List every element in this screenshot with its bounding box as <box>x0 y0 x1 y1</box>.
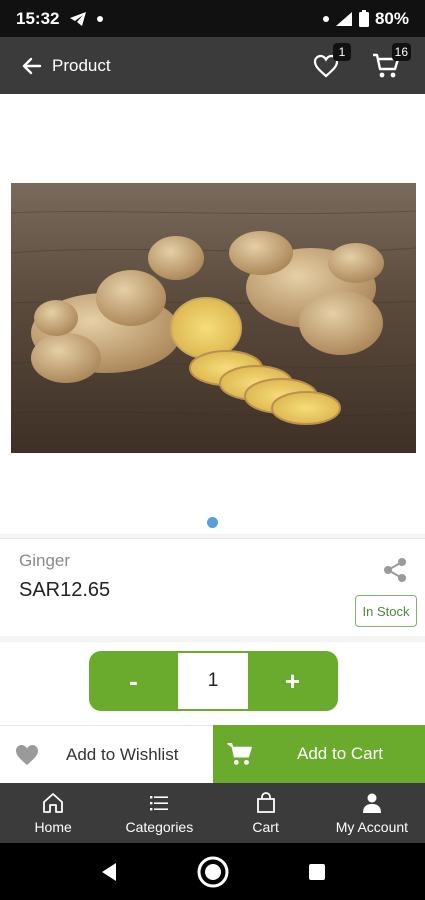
status-time: 15:32 <box>16 8 60 28</box>
circle-home-icon <box>197 856 228 887</box>
increment-button[interactable]: + <box>248 651 337 711</box>
dot-icon <box>322 15 329 22</box>
app-root: 15:32 80% Product 1 16 Ginger SAR12.65 I… <box>0 0 425 900</box>
decrement-button[interactable]: - <box>89 651 178 711</box>
product-name: Ginger <box>19 551 71 570</box>
carousel-dot-indicator[interactable] <box>207 517 218 528</box>
product-price: SAR12.65 <box>19 579 111 601</box>
home-icon <box>43 793 64 813</box>
quantity-stepper: - 1 + <box>89 651 338 711</box>
square-recents-icon <box>308 863 325 880</box>
wishlist-count-badge: 1 <box>333 42 351 61</box>
add-to-cart-label: Add to Cart <box>297 744 383 763</box>
product-image[interactable] <box>11 183 416 453</box>
bag-icon <box>256 792 275 813</box>
page-title: Product <box>52 55 111 75</box>
app-bar-actions: 1 16 <box>309 42 411 83</box>
nav-home-label: Home <box>34 819 72 835</box>
status-left: 15:32 <box>16 8 104 29</box>
quantity-area: - 1 + <box>0 642 425 725</box>
quantity-value[interactable]: 1 <box>178 651 248 711</box>
nav-categories[interactable]: Categories <box>106 783 212 843</box>
nav-home[interactable]: Home <box>0 783 106 843</box>
heart-icon <box>16 744 38 765</box>
back-button[interactable] <box>12 46 52 86</box>
action-bar: Add to Wishlist Add to Cart <box>0 725 425 783</box>
status-right: 80% <box>322 8 409 29</box>
battery-icon <box>358 10 369 27</box>
product-image-card <box>0 94 425 534</box>
dot-icon <box>97 15 104 22</box>
nav-my-account[interactable]: My Account <box>319 783 425 843</box>
share-button[interactable] <box>380 555 410 585</box>
status-bar: 15:32 80% <box>0 0 425 37</box>
back-arrow-icon <box>22 57 42 74</box>
share-icon <box>384 558 406 582</box>
signal-icon <box>335 11 352 26</box>
system-recents-button[interactable] <box>265 843 369 900</box>
nav-cart-label: Cart <box>252 819 279 835</box>
system-navigation <box>0 843 425 900</box>
person-icon <box>362 793 381 813</box>
cart-icon <box>227 743 252 765</box>
bottom-navigation: Home Categories Cart My Account <box>0 783 425 843</box>
nav-cart[interactable]: Cart <box>213 783 319 843</box>
wishlist-button[interactable]: 1 <box>309 42 351 83</box>
add-to-cart-button[interactable]: Add to Cart <box>213 725 425 783</box>
list-icon <box>150 796 169 811</box>
system-home-button[interactable] <box>161 843 265 900</box>
status-battery: 80% <box>374 8 409 28</box>
cart-button[interactable]: 16 <box>369 42 411 83</box>
ginger-image <box>11 183 416 453</box>
nav-my-account-label: My Account <box>335 819 409 835</box>
cart-count-badge: 16 <box>391 42 411 61</box>
add-to-wishlist-label: Add to Wishlist <box>66 744 179 764</box>
telegram-icon <box>70 11 87 26</box>
app-bar: Product 1 16 <box>0 37 425 94</box>
add-to-wishlist-button[interactable]: Add to Wishlist <box>0 725 213 783</box>
stock-status-badge: In Stock <box>355 595 417 627</box>
product-info-card: Ginger SAR12.65 In Stock <box>0 538 425 636</box>
system-back-button[interactable] <box>57 843 161 900</box>
nav-categories-label: Categories <box>125 819 194 835</box>
triangle-back-icon <box>101 862 116 881</box>
